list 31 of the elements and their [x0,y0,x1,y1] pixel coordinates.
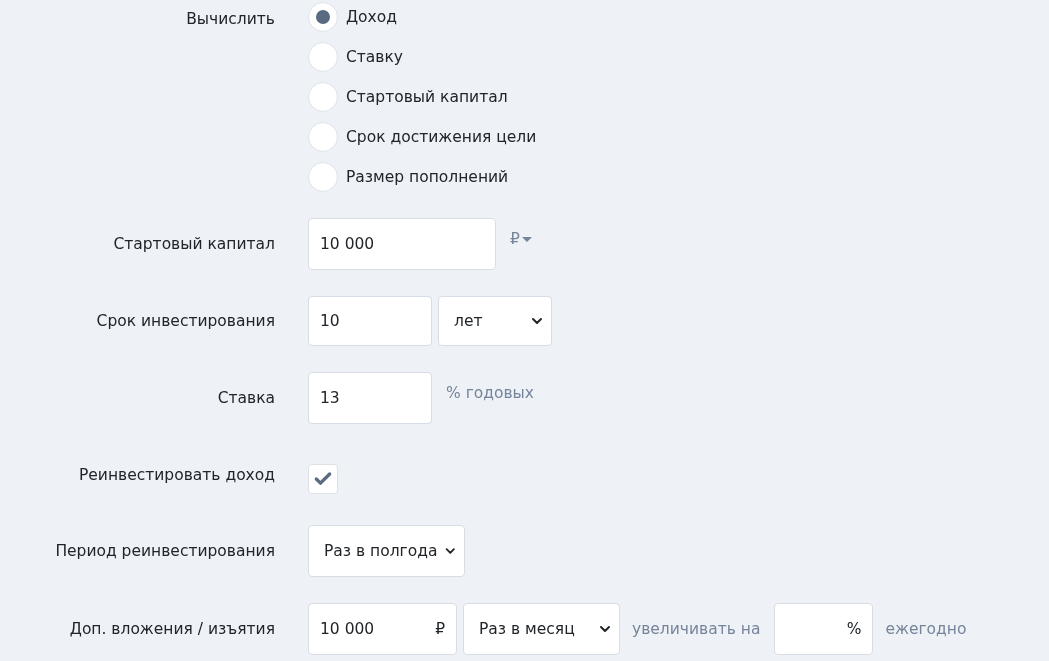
radio-button[interactable] [308,122,338,152]
radio-label: Ставку [346,48,404,66]
period-suffix: ежегодно [885,620,967,638]
radio-button[interactable] [308,82,338,112]
field-label: Стартовый капитал [112,235,275,253]
field-label: Срок инвестирования [95,312,275,330]
radio-button[interactable] [308,162,338,192]
percent-sign: % [846,620,862,638]
caret-icon [521,236,532,242]
amount-input[interactable]: 10 000 [308,218,496,270]
currency-sign: ₽ [435,620,445,638]
radio-label: Размер пополнений [346,168,509,186]
increase-label: увеличивать на [632,620,761,638]
field-label: Доп. вложения / изъятия [68,620,275,638]
rate-input[interactable]: 13 [308,372,432,424]
period-select[interactable]: Раз в полгода [308,525,465,577]
rate-suffix: % годовых [446,384,535,402]
radio-label: Срок достижения цели [346,128,537,146]
field-label: Период реинвестирования [54,542,275,560]
field-label: Реинвестировать доход [78,465,275,484]
radio-label: Стартовый капитал [346,88,508,106]
field-label: Ставка [216,389,275,407]
checkbox[interactable] [308,464,338,494]
period-select[interactable]: Раз в месяц [463,603,620,655]
radio-button[interactable] [308,2,338,32]
field-label: Вычислить [185,9,275,28]
unit-select[interactable]: лет [438,296,552,346]
percent-input[interactable] [774,603,874,655]
term-input[interactable]: 10 [308,296,432,346]
radio-label: Доход [346,8,397,26]
radio-button[interactable] [308,42,338,72]
